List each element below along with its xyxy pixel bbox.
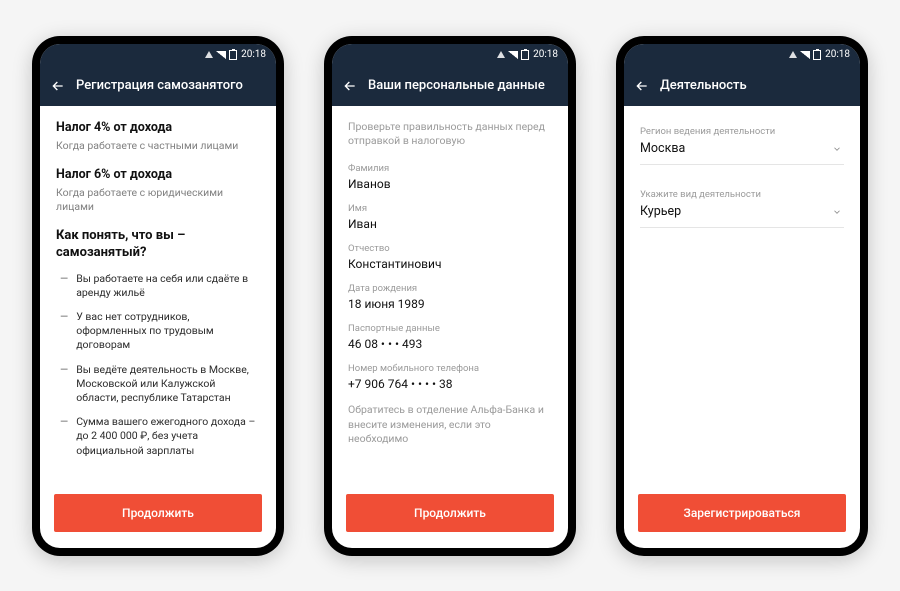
tax1-title: Налог 4% от дохода bbox=[56, 120, 260, 135]
activity-select[interactable]: Укажите вид деятельности Курьер bbox=[640, 183, 844, 228]
battery-icon bbox=[521, 50, 529, 60]
field-value: +7 906 764 • • • • 38 bbox=[348, 377, 552, 391]
app-bar: Регистрация самозанятого bbox=[40, 66, 276, 106]
button-area: Продолжить bbox=[332, 484, 568, 548]
bullet-text: Вы ведёте деятельность в Москве, Московс… bbox=[76, 363, 260, 406]
signal-icon bbox=[205, 51, 213, 58]
hint-bottom: Обратитесь в отделение Альфа-Банка и вне… bbox=[348, 403, 552, 447]
status-time: 20:18 bbox=[825, 49, 850, 60]
page-title: Регистрация самозанятого bbox=[76, 78, 243, 93]
signal-icon bbox=[789, 51, 797, 58]
chevron-down-icon bbox=[832, 207, 842, 217]
button-area: Продолжить bbox=[40, 484, 276, 548]
phone-mockup-1: 20:18 Регистрация самозанятого Налог 4% … bbox=[32, 36, 284, 556]
select-label: Укажите вид деятельности bbox=[640, 189, 844, 200]
dash-icon: — bbox=[60, 415, 68, 458]
field-value: Иванов bbox=[348, 177, 552, 191]
tax1-sub: Когда работаете с частными лицами bbox=[56, 139, 260, 153]
field-label: Номер мобильного телефона bbox=[348, 363, 552, 374]
status-time: 20:18 bbox=[241, 49, 266, 60]
field-value: 18 июня 1989 bbox=[348, 297, 552, 311]
field-name: Имя Иван bbox=[348, 203, 552, 231]
status-bar: 20:18 bbox=[332, 44, 568, 66]
back-icon[interactable] bbox=[342, 78, 358, 94]
tax2-sub: Когда работаете с юридическими лицами bbox=[56, 186, 260, 214]
battery-icon bbox=[229, 50, 237, 60]
field-surname: Фамилия Иванов bbox=[348, 163, 552, 191]
dash-icon: — bbox=[60, 310, 68, 353]
bullet-text: Вы работаете на себя или сдаёте в аренду… bbox=[76, 272, 260, 300]
status-bar: 20:18 bbox=[624, 44, 860, 66]
network-icon bbox=[800, 51, 810, 59]
app-bar: Деятельность bbox=[624, 66, 860, 106]
list-item: — Вы работаете на себя или сдаёте в аренд… bbox=[60, 272, 260, 300]
bullet-text: У вас нет сотрудников, оформленных по тр… bbox=[76, 310, 260, 353]
select-value: Курьер bbox=[640, 204, 844, 219]
status-icons bbox=[789, 50, 821, 60]
bullet-text: Сумма вашего ежегодного дохода – до 2 40… bbox=[76, 415, 260, 458]
question-heading: Как понять, что вы – самозанятый? bbox=[56, 228, 260, 262]
select-label: Регион ведения деятельности bbox=[640, 126, 844, 137]
screen-3: 20:18 Деятельность Регион ведения деятел… bbox=[624, 44, 860, 548]
dash-icon: — bbox=[60, 363, 68, 406]
page-title: Ваши персональные данные bbox=[368, 78, 545, 93]
field-label: Отчество bbox=[348, 243, 552, 254]
phone-mockup-3: 20:18 Деятельность Регион ведения деятел… bbox=[616, 36, 868, 556]
status-icons bbox=[497, 50, 529, 60]
page-title: Деятельность bbox=[660, 78, 747, 93]
field-patronymic: Отчество Константинович bbox=[348, 243, 552, 271]
status-bar: 20:18 bbox=[40, 44, 276, 66]
continue-button[interactable]: Продолжить bbox=[54, 494, 262, 532]
battery-icon bbox=[813, 50, 821, 60]
hint-top: Проверьте правильность данных перед отпр… bbox=[348, 120, 552, 149]
field-value: Константинович bbox=[348, 257, 552, 271]
field-label: Фамилия bbox=[348, 163, 552, 174]
field-label: Паспортные данные bbox=[348, 323, 552, 334]
field-birthdate: Дата рождения 18 июня 1989 bbox=[348, 283, 552, 311]
register-button[interactable]: Зарегистрироваться bbox=[638, 494, 846, 532]
continue-button[interactable]: Продолжить bbox=[346, 494, 554, 532]
list-item: —У вас нет сотрудников, оформленных по т… bbox=[60, 310, 260, 353]
content-area: Регион ведения деятельности Москва Укажи… bbox=[624, 106, 860, 484]
phone-mockup-2: 20:18 Ваши персональные данные Проверьте… bbox=[324, 36, 576, 556]
field-label: Дата рождения bbox=[348, 283, 552, 294]
field-label: Имя bbox=[348, 203, 552, 214]
signal-icon bbox=[497, 51, 505, 58]
content-area: Налог 4% от дохода Когда работаете с час… bbox=[40, 106, 276, 484]
chevron-down-icon bbox=[832, 144, 842, 154]
status-time: 20:18 bbox=[533, 49, 558, 60]
bullet-list: — Вы работаете на себя или сдаёте в аренд… bbox=[56, 272, 260, 458]
list-item: —Сумма вашего ежегодного дохода – до 2 4… bbox=[60, 415, 260, 458]
app-bar: Ваши персональные данные bbox=[332, 66, 568, 106]
network-icon bbox=[508, 51, 518, 59]
back-icon[interactable] bbox=[634, 78, 650, 94]
back-icon[interactable] bbox=[50, 78, 66, 94]
field-value: 46 08 • • • 493 bbox=[348, 337, 552, 351]
field-passport: Паспортные данные 46 08 • • • 493 bbox=[348, 323, 552, 351]
select-value: Москва bbox=[640, 141, 844, 156]
screen-1: 20:18 Регистрация самозанятого Налог 4% … bbox=[40, 44, 276, 548]
region-select[interactable]: Регион ведения деятельности Москва bbox=[640, 120, 844, 165]
list-item: —Вы ведёте деятельность в Москве, Москов… bbox=[60, 363, 260, 406]
field-value: Иван bbox=[348, 217, 552, 231]
dash-icon: — bbox=[60, 272, 68, 300]
network-icon bbox=[216, 51, 226, 59]
field-phone: Номер мобильного телефона +7 906 764 • •… bbox=[348, 363, 552, 391]
button-area: Зарегистрироваться bbox=[624, 484, 860, 548]
status-icons bbox=[205, 50, 237, 60]
content-area: Проверьте правильность данных перед отпр… bbox=[332, 106, 568, 484]
screen-2: 20:18 Ваши персональные данные Проверьте… bbox=[332, 44, 568, 548]
tax2-title: Налог 6% от дохода bbox=[56, 167, 260, 182]
